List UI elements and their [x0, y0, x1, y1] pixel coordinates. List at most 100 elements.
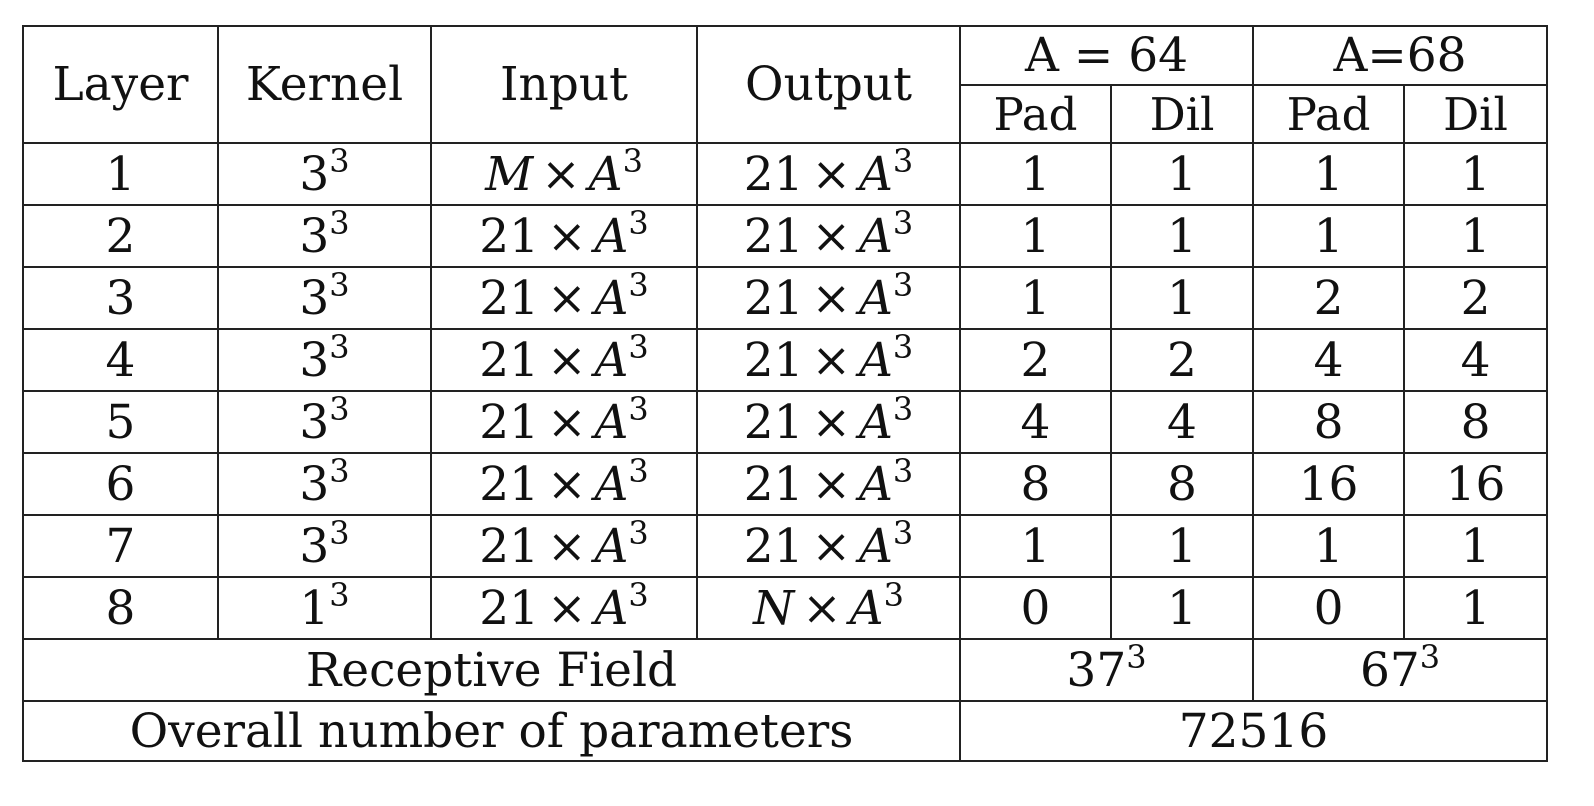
input-base: M: [485, 146, 534, 202]
cell-a68-pad: 1: [1252, 142, 1406, 206]
input-exp: 3: [628, 515, 649, 552]
input-var: A: [594, 456, 629, 512]
cell-a68-pad: 8: [1252, 390, 1406, 454]
output-exp: 3: [892, 391, 914, 428]
header-a68-pad: Pad: [1252, 84, 1406, 144]
receptive-field-label: Receptive Field: [22, 638, 961, 702]
cell-input: 21 × A3: [430, 390, 698, 454]
output-times: ×: [811, 456, 851, 512]
cell-a64-dil: 2: [1109, 328, 1255, 392]
header-group-a64: A = 64: [958, 25, 1255, 86]
table-row: 2 33 21 × A3 21 × A3 1 1 1 1: [22, 204, 1549, 268]
receptive-field-row: Receptive Field 373 673: [22, 638, 1549, 702]
table-row: 3 33 21 × A3 21 × A3 1 1 2 2: [22, 266, 1549, 330]
input-var: A: [594, 208, 629, 264]
output-exp: 3: [892, 329, 914, 366]
cell-a68-dil: 1: [1403, 142, 1549, 206]
input-exp: 3: [628, 205, 649, 242]
kernel-base: 3: [299, 332, 330, 388]
output-var: A: [849, 580, 884, 636]
cell-input: 21 × A3: [430, 204, 698, 268]
kernel-base: 3: [299, 394, 330, 450]
kernel-exp: 3: [329, 267, 350, 304]
cell-output: 21 × A3: [696, 266, 961, 330]
kernel-exp: 3: [329, 577, 350, 614]
output-exp: 3: [892, 143, 914, 180]
cell-a68-pad: 1: [1252, 514, 1406, 578]
cell-layer: 1: [22, 142, 219, 206]
output-base: 21: [743, 270, 804, 326]
kernel-exp: 3: [329, 329, 350, 366]
output-base: 21: [743, 332, 804, 388]
parameters-row: Overall number of parameters 72516: [22, 700, 1549, 762]
cell-output: 21 × A3: [696, 204, 961, 268]
cell-input: 21 × A3: [430, 514, 698, 578]
cell-a68-dil: 1: [1403, 204, 1549, 268]
header-a64-dil: Dil: [1109, 84, 1255, 144]
cell-input: 21 × A3: [430, 452, 698, 516]
output-times: ×: [811, 146, 851, 202]
input-exp: 3: [628, 391, 649, 428]
cell-kernel: 33: [217, 514, 432, 578]
input-times: ×: [547, 270, 587, 326]
kernel-base: 3: [299, 518, 330, 574]
table-row: 8 13 21 × A3 N × A3 0 1 0 1: [22, 576, 1549, 640]
header-a64-pad: Pad: [959, 84, 1112, 144]
input-times: ×: [541, 146, 581, 202]
cell-a68-pad: 2: [1252, 266, 1406, 330]
table-row: 6 33 21 × A3 21 × A3 8 8 16 16: [22, 452, 1549, 516]
header-group-a68: A=68: [1252, 25, 1549, 86]
cell-layer: 2: [22, 204, 219, 268]
output-var: A: [858, 332, 893, 388]
header-layer: Layer: [22, 25, 219, 144]
cell-input: M × A3: [430, 142, 698, 206]
output-exp: 3: [892, 515, 914, 552]
cell-a64-dil: 1: [1109, 576, 1255, 640]
parameters-table: Layer Kernel Input Output A = 64 A=68 Pa…: [22, 25, 1549, 762]
table-row: 7 33 21 × A3 21 × A3 1 1 1 1: [22, 514, 1549, 578]
input-base: 21: [479, 456, 540, 512]
input-times: ×: [547, 208, 587, 264]
output-times: ×: [811, 208, 851, 264]
cell-a64-pad: 1: [959, 204, 1112, 268]
cell-input: 21 × A3: [430, 328, 698, 392]
input-var: A: [594, 270, 629, 326]
cell-a68-dil: 2: [1403, 266, 1549, 330]
cell-input: 21 × A3: [430, 266, 698, 330]
cell-kernel: 33: [217, 204, 432, 268]
input-base: 21: [479, 270, 540, 326]
kernel-base: 3: [299, 456, 330, 512]
cell-kernel: 33: [217, 328, 432, 392]
kernel-exp: 3: [329, 391, 350, 428]
cell-output: 21 × A3: [696, 390, 961, 454]
output-exp: 3: [892, 205, 914, 242]
output-var: A: [858, 518, 893, 574]
input-exp: 3: [628, 453, 649, 490]
kernel-base: 1: [299, 580, 330, 636]
input-times: ×: [547, 580, 587, 636]
cell-output: 21 × A3: [696, 514, 961, 578]
kernel-exp: 3: [329, 205, 350, 242]
input-var: A: [594, 332, 629, 388]
table-row: 5 33 21 × A3 21 × A3 4 4 8 8: [22, 390, 1549, 454]
cell-layer: 7: [22, 514, 219, 578]
header-a68-dil: Dil: [1403, 84, 1549, 144]
parameters-value: 72516: [958, 700, 1549, 762]
cell-layer: 8: [22, 576, 219, 640]
cell-kernel: 33: [217, 142, 432, 206]
rf-a64-base: 37: [1066, 642, 1127, 698]
cell-layer: 6: [22, 452, 219, 516]
cell-a64-dil: 1: [1109, 266, 1255, 330]
output-var: A: [858, 146, 893, 202]
cell-layer: 4: [22, 328, 219, 392]
output-base: 21: [743, 456, 804, 512]
output-times: ×: [811, 518, 851, 574]
kernel-base: 3: [299, 208, 330, 264]
cell-a68-dil: 4: [1403, 328, 1549, 392]
kernel-base: 3: [299, 270, 330, 326]
input-var: A: [594, 518, 629, 574]
header-output: Output: [696, 25, 961, 144]
table-body: 1 33 M × A3 21 × A3 1 1 1 1 2 33 21 × A3 21 × A3 1 1 1 1 3 33 21 × A…: [22, 142, 1549, 640]
cell-a68-dil: 1: [1403, 576, 1549, 640]
input-exp: 3: [622, 143, 643, 180]
